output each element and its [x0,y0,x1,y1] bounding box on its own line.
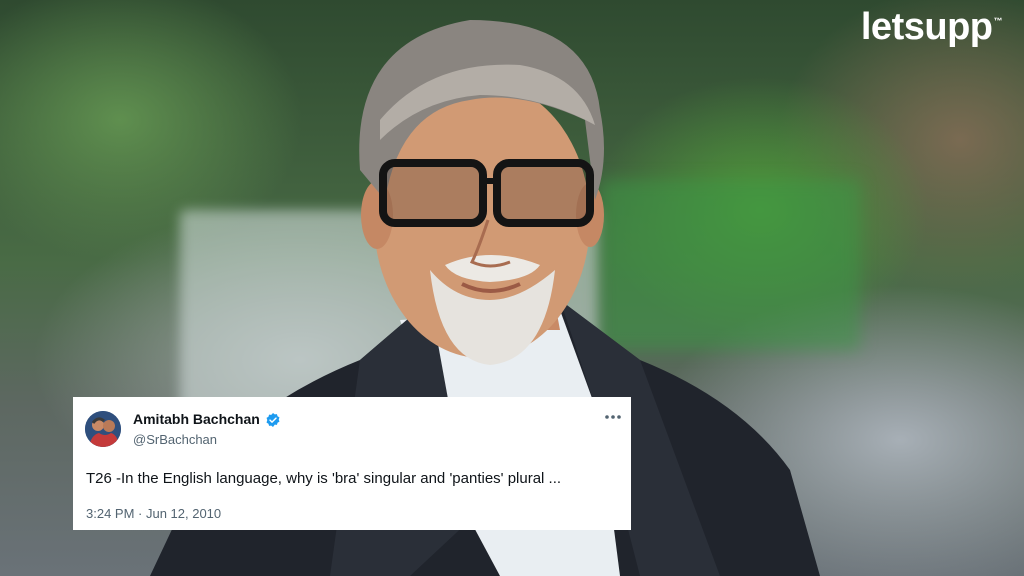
avatar[interactable] [85,411,121,447]
trademark-mark: ™ [993,16,1003,26]
tweet-card[interactable]: Amitabh Bachchan @SrBachchan T26 -In the… [73,397,631,530]
author-handle[interactable]: @SrBachchan [133,432,217,447]
brand-logo: letsupp™ [860,6,1003,49]
more-options-icon[interactable] [603,411,623,423]
tweet-text: T26 -In the English language, why is 'br… [86,470,562,487]
avatar-image-icon [85,411,121,447]
tweet-timestamp[interactable]: 3:24 PM · Jun 12, 2010 [86,506,221,521]
verified-badge-icon [266,413,280,427]
author-name[interactable]: Amitabh Bachchan [133,411,260,427]
brand-logo-text: letsupp [860,6,993,48]
